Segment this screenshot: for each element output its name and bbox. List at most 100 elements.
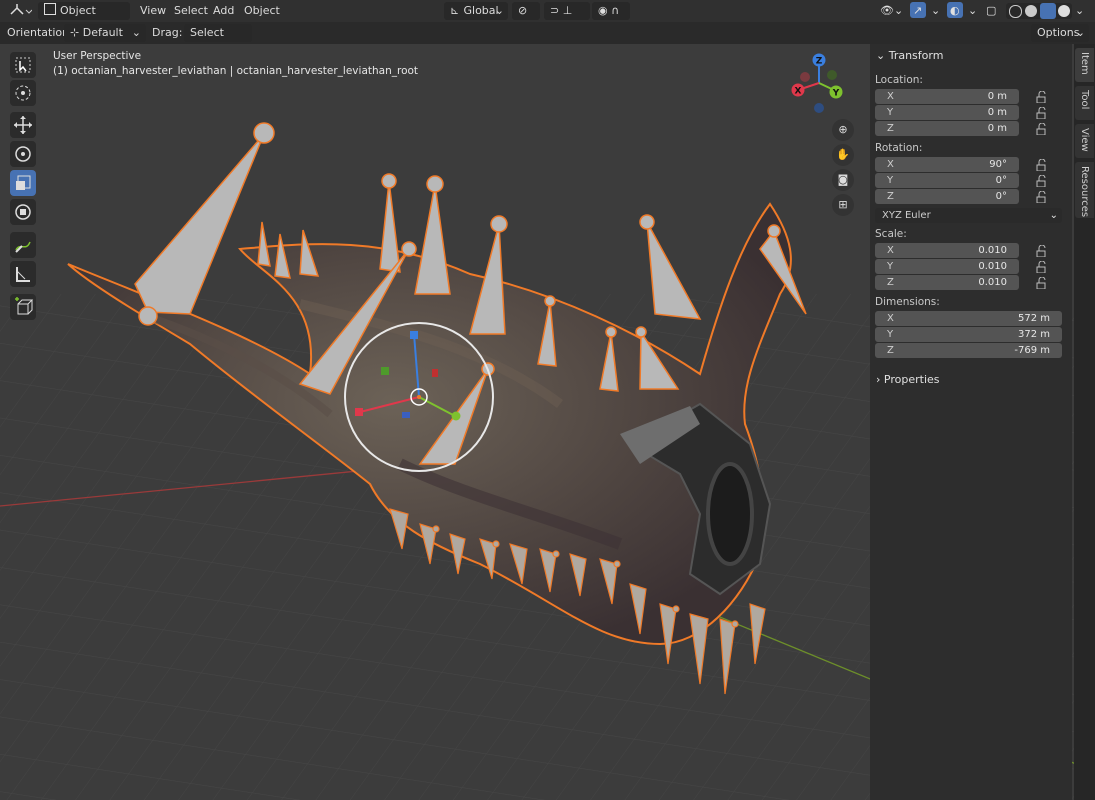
location-x-field[interactable]: X 0 m bbox=[875, 89, 1019, 104]
grid-icon: ⊞ bbox=[838, 198, 848, 211]
rotation-x-field[interactable]: X 90° bbox=[875, 157, 1019, 172]
proportional-editing-toggle[interactable]: ◉ ∩ bbox=[592, 2, 630, 20]
chevron-right-icon: › bbox=[876, 373, 881, 386]
dimensions-x-field[interactable]: X 572 m bbox=[875, 311, 1062, 326]
ortho-toggle-button[interactable]: ⊞ bbox=[832, 194, 854, 216]
menu-object[interactable]: Object bbox=[244, 2, 280, 20]
add-cube-tool[interactable] bbox=[10, 294, 36, 320]
field-value: 372 m bbox=[1017, 329, 1050, 340]
annotate-tool[interactable] bbox=[10, 232, 36, 258]
gizmo-toggle[interactable]: ↗ bbox=[910, 2, 926, 18]
dimensions-z-field[interactable]: Z -769 m bbox=[875, 343, 1062, 358]
visibility-button[interactable]: 👁⌄ bbox=[880, 2, 903, 20]
gizmo-dropdown[interactable]: ⌄ bbox=[931, 2, 940, 20]
ruler-icon bbox=[16, 267, 30, 282]
pencil-icon bbox=[15, 241, 31, 253]
lock-icon[interactable] bbox=[1035, 159, 1047, 171]
editor-type-button[interactable] bbox=[8, 2, 33, 20]
orientation-icon: ⊾ bbox=[450, 4, 460, 17]
rotation-mode-value: XYZ Euler bbox=[882, 210, 931, 221]
menu-select[interactable]: Select bbox=[174, 2, 208, 20]
snap-toggle[interactable]: ⊃ ⊥ bbox=[544, 2, 590, 20]
eye-icon: 👁⌄ bbox=[880, 4, 904, 17]
overlays-toggle[interactable]: ◐ bbox=[947, 2, 963, 18]
cursor-tool[interactable] bbox=[10, 80, 36, 106]
lock-icon[interactable] bbox=[1035, 107, 1047, 119]
tab-view[interactable]: View bbox=[1075, 124, 1094, 158]
menu-view[interactable]: View bbox=[140, 2, 166, 20]
scale-tool[interactable] bbox=[10, 170, 36, 196]
axis-label: Y bbox=[887, 329, 894, 340]
sidebar-tabs: Item Tool View Resources bbox=[1074, 44, 1095, 800]
xray-icon: ▢ bbox=[986, 4, 997, 17]
location-z-field[interactable]: Z 0 m bbox=[875, 121, 1019, 136]
transform-icon bbox=[15, 204, 31, 220]
transform-orientation-dropdown[interactable]: ⊾ Global ⌄ bbox=[444, 2, 508, 20]
proportional-edit-icon: ◉ ∩ bbox=[598, 4, 620, 17]
rotation-y-field[interactable]: Y 0° bbox=[875, 173, 1019, 188]
y-handle[interactable] bbox=[451, 411, 461, 421]
dimensions-y-field[interactable]: Y 372 m bbox=[875, 327, 1062, 342]
axis-label: Z bbox=[887, 123, 894, 134]
lock-icon[interactable] bbox=[1035, 91, 1047, 103]
options-dropdown[interactable]: Options ⌄ bbox=[1031, 24, 1089, 42]
rotation-mode-dropdown[interactable]: XYZ Euler ⌄ bbox=[875, 208, 1062, 223]
chevron-down-icon: ⌄ bbox=[1075, 4, 1085, 17]
tab-item[interactable]: Item bbox=[1075, 48, 1094, 82]
camera-view-button[interactable]: ◙ bbox=[832, 169, 854, 191]
axis-label: Z bbox=[887, 277, 894, 288]
shading-modes bbox=[1006, 3, 1072, 19]
drag-dropdown[interactable]: Select Box⌄ bbox=[184, 24, 252, 57]
tab-label: Resources bbox=[1079, 166, 1090, 218]
lock-icon[interactable] bbox=[1035, 175, 1047, 187]
pan-button[interactable]: ✋ bbox=[832, 144, 854, 166]
hand-icon: ✋ bbox=[836, 148, 850, 161]
y-axis-label: Y bbox=[832, 89, 840, 99]
tab-resources[interactable]: Resources bbox=[1075, 162, 1094, 218]
scale-z-field[interactable]: Z 0.010 bbox=[875, 275, 1019, 290]
move-tool[interactable] bbox=[10, 112, 36, 138]
shading-dropdown[interactable]: ⌄ bbox=[1075, 2, 1084, 20]
rotation-z-field[interactable]: Z 0° bbox=[875, 189, 1019, 204]
scale-x-field[interactable]: X 0.010 bbox=[875, 243, 1019, 258]
mode-dropdown[interactable]: Object Mode ⌄ bbox=[38, 2, 130, 35]
x-handle[interactable] bbox=[355, 408, 363, 416]
wireframe-shading-icon[interactable] bbox=[1009, 5, 1022, 18]
scale-y-field[interactable]: Y 0.010 bbox=[875, 259, 1019, 274]
properties-panel-header[interactable]: › Properties bbox=[876, 373, 940, 386]
lock-icon[interactable] bbox=[1035, 123, 1047, 135]
rotation-label: Rotation: bbox=[875, 142, 923, 154]
chevron-down-icon: ⌄ bbox=[876, 49, 886, 62]
lock-icon[interactable] bbox=[1035, 261, 1047, 273]
transform-tool[interactable] bbox=[10, 199, 36, 225]
move-icon bbox=[14, 116, 32, 134]
transform-panel-header[interactable]: ⌄ Transform bbox=[876, 49, 943, 62]
xray-toggle[interactable]: ▢ bbox=[986, 2, 996, 20]
lock-icon[interactable] bbox=[1035, 277, 1047, 289]
field-value: 572 m bbox=[1017, 313, 1050, 324]
solid-shading-icon[interactable] bbox=[1025, 5, 1037, 17]
zoom-icon: ⊕ bbox=[838, 123, 848, 136]
axis-label: Z bbox=[887, 191, 894, 202]
select-box-tool[interactable] bbox=[10, 52, 36, 78]
navigation-gizmo[interactable]: Z X Y bbox=[786, 50, 852, 116]
menu-add[interactable]: Add bbox=[213, 2, 234, 20]
overlays-dropdown[interactable]: ⌄ bbox=[968, 2, 977, 20]
camera-icon: ◙ bbox=[837, 173, 849, 186]
tab-label: View bbox=[1079, 128, 1090, 152]
axis-label: Y bbox=[887, 261, 894, 272]
orientation-dropdown[interactable]: ⊹ Default ⌄ bbox=[64, 24, 146, 42]
lock-icon[interactable] bbox=[1035, 191, 1047, 203]
location-y-field[interactable]: Y 0 m bbox=[875, 105, 1019, 120]
field-value: 0.010 bbox=[978, 277, 1007, 288]
rotate-tool[interactable] bbox=[10, 141, 36, 167]
tab-tool[interactable]: Tool bbox=[1075, 86, 1094, 120]
rendered-shading-icon[interactable] bbox=[1058, 5, 1070, 17]
lock-icon[interactable] bbox=[1035, 245, 1047, 257]
zoom-button[interactable]: ⊕ bbox=[832, 119, 854, 141]
pivot-point-dropdown[interactable]: ⊘ bbox=[512, 2, 540, 20]
material-preview-icon[interactable] bbox=[1040, 3, 1056, 19]
axis-label: X bbox=[887, 159, 894, 170]
measure-tool[interactable] bbox=[10, 261, 36, 287]
z-handle[interactable] bbox=[410, 331, 418, 339]
